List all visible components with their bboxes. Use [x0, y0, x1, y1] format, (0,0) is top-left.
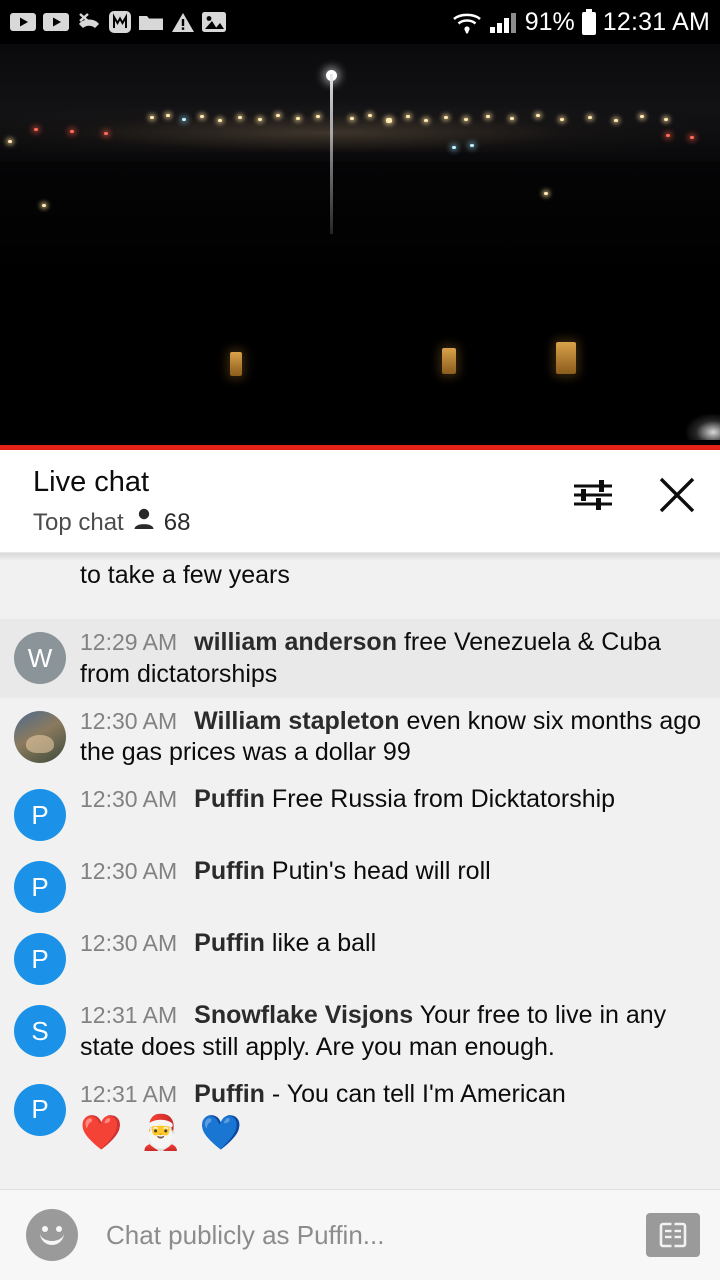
list-item[interactable]: P 12:30 AM Puffin like a ball: [0, 920, 720, 992]
list-item[interactable]: P 12:30 AM Puffin Free Russia from Dickt…: [0, 776, 720, 848]
youtube-icon: [10, 13, 36, 31]
list-item[interactable]: P 12:31 AM Puffin - You can tell I'm Ame…: [0, 1071, 720, 1163]
chat-settings-icon[interactable]: [568, 470, 618, 520]
status-bar-left-icons: [10, 11, 226, 33]
missed-call-icon: [76, 12, 102, 32]
message-body: 12:29 AM william anderson free Venezuela…: [80, 626, 704, 691]
status-bar-right: 91% 12:31 AM: [451, 8, 710, 37]
horizon-glow: [0, 104, 720, 152]
list-item[interactable]: P 12:30 AM Puffin Putin's head will roll: [0, 848, 720, 920]
message-body: 12:30 AM William stapleton even know six…: [80, 705, 704, 770]
avatar[interactable]: P: [14, 861, 66, 913]
message-author[interactable]: Puffin: [194, 785, 265, 813]
message-author[interactable]: Puffin: [194, 857, 265, 885]
lit-window-3: [556, 342, 576, 374]
message-text: Free Russia from Dicktatorship: [271, 785, 616, 813]
message-text: Putin's head will roll: [271, 857, 491, 885]
message-timestamp: 12:31 AM: [80, 1080, 178, 1107]
message-body: 12:30 AM Puffin Free Russia from Dicktat…: [80, 783, 615, 816]
wifi-icon: [451, 10, 483, 34]
message-timestamp: 12:31 AM: [80, 1002, 178, 1028]
message-timestamp: 12:30 AM: [80, 786, 178, 812]
lit-window-2: [442, 348, 456, 374]
lens-flare: [686, 414, 720, 440]
message-body: 12:31 AM Puffin - You can tell I'm Ameri…: [80, 1078, 566, 1156]
folder-icon: [138, 12, 164, 32]
message-author[interactable]: William stapleton: [194, 707, 399, 735]
message-body: 12:31 AM Snowflake Visjons Your free to …: [80, 999, 704, 1064]
message-timestamp: 12:30 AM: [80, 858, 178, 884]
message-author[interactable]: Puffin: [194, 929, 265, 957]
status-bar: 91% 12:31 AM: [0, 0, 720, 44]
message-author[interactable]: Puffin: [194, 1080, 265, 1108]
lit-window-1: [230, 352, 242, 376]
message-body: 12:30 AM Puffin Putin's head will roll: [80, 855, 491, 888]
message-emoji: ❤️ 🎅 💙: [80, 1114, 246, 1153]
super-chat-icon[interactable]: [646, 1213, 700, 1257]
avatar[interactable]: P: [14, 933, 66, 985]
chat-input[interactable]: [78, 1219, 646, 1251]
viewer-count-label: 68: [163, 508, 191, 536]
battery-icon: [581, 9, 597, 35]
avatar-initial: P: [31, 799, 49, 830]
emoji-face-icon[interactable]: [26, 1209, 78, 1261]
list-item[interactable]: 12:30 AM William stapleton even know six…: [0, 698, 720, 777]
warning-icon: [171, 12, 195, 33]
avatar[interactable]: S: [14, 1005, 66, 1057]
message-text: - You can tell I'm American: [271, 1079, 566, 1108]
chat-composer: [0, 1189, 720, 1280]
avatar[interactable]: [14, 710, 66, 763]
live-chat-header: Live chat Top chat 68: [0, 450, 720, 553]
message-author[interactable]: Snowflake Visjons: [194, 1001, 413, 1029]
message-body: 12:30 AM Puffin like a ball: [80, 927, 376, 960]
live-video-player[interactable]: [0, 44, 720, 450]
message-timestamp: 12:29 AM: [80, 629, 178, 655]
messenger-icon: [109, 11, 131, 33]
avatar-initial: P: [31, 1094, 49, 1124]
message-body: to take a few years: [80, 559, 290, 592]
avatar-initial: W: [27, 642, 53, 673]
youtube-icon-2: [43, 13, 69, 31]
battery-percent-label: 91%: [524, 7, 575, 36]
avatar-initial: S: [31, 1015, 49, 1046]
message-author[interactable]: william anderson: [194, 628, 397, 656]
message-timestamp: 12:30 AM: [80, 707, 178, 734]
tower-mast: [330, 74, 333, 234]
list-item[interactable]: W 12:29 AM william anderson free Venezue…: [0, 619, 720, 698]
person-icon: [133, 507, 155, 538]
close-icon[interactable]: [652, 470, 702, 520]
cellular-signal-icon: [489, 10, 519, 34]
message-text: like a ball: [271, 929, 377, 957]
avatar[interactable]: P: [14, 1083, 66, 1136]
list-item[interactable]: S 12:31 AM Snowflake Visjons Your free t…: [0, 992, 720, 1071]
list-item[interactable]: to take a few years: [0, 559, 720, 619]
message-text: to take a few years: [80, 561, 290, 589]
avatar-initial: P: [31, 943, 49, 974]
avatar: [14, 565, 66, 617]
avatar[interactable]: W: [14, 632, 66, 684]
header-actions: [568, 470, 702, 520]
message-timestamp: 12:30 AM: [80, 930, 178, 956]
dark-ground: [0, 162, 720, 450]
photo-icon: [202, 12, 226, 32]
avatar[interactable]: P: [14, 789, 66, 841]
avatar-initial: P: [31, 871, 49, 902]
clock-label: 12:31 AM: [602, 7, 710, 36]
chat-message-list[interactable]: to take a few years W 12:29 AM william a…: [0, 553, 720, 1189]
chat-mode-label: Top chat: [33, 508, 124, 536]
